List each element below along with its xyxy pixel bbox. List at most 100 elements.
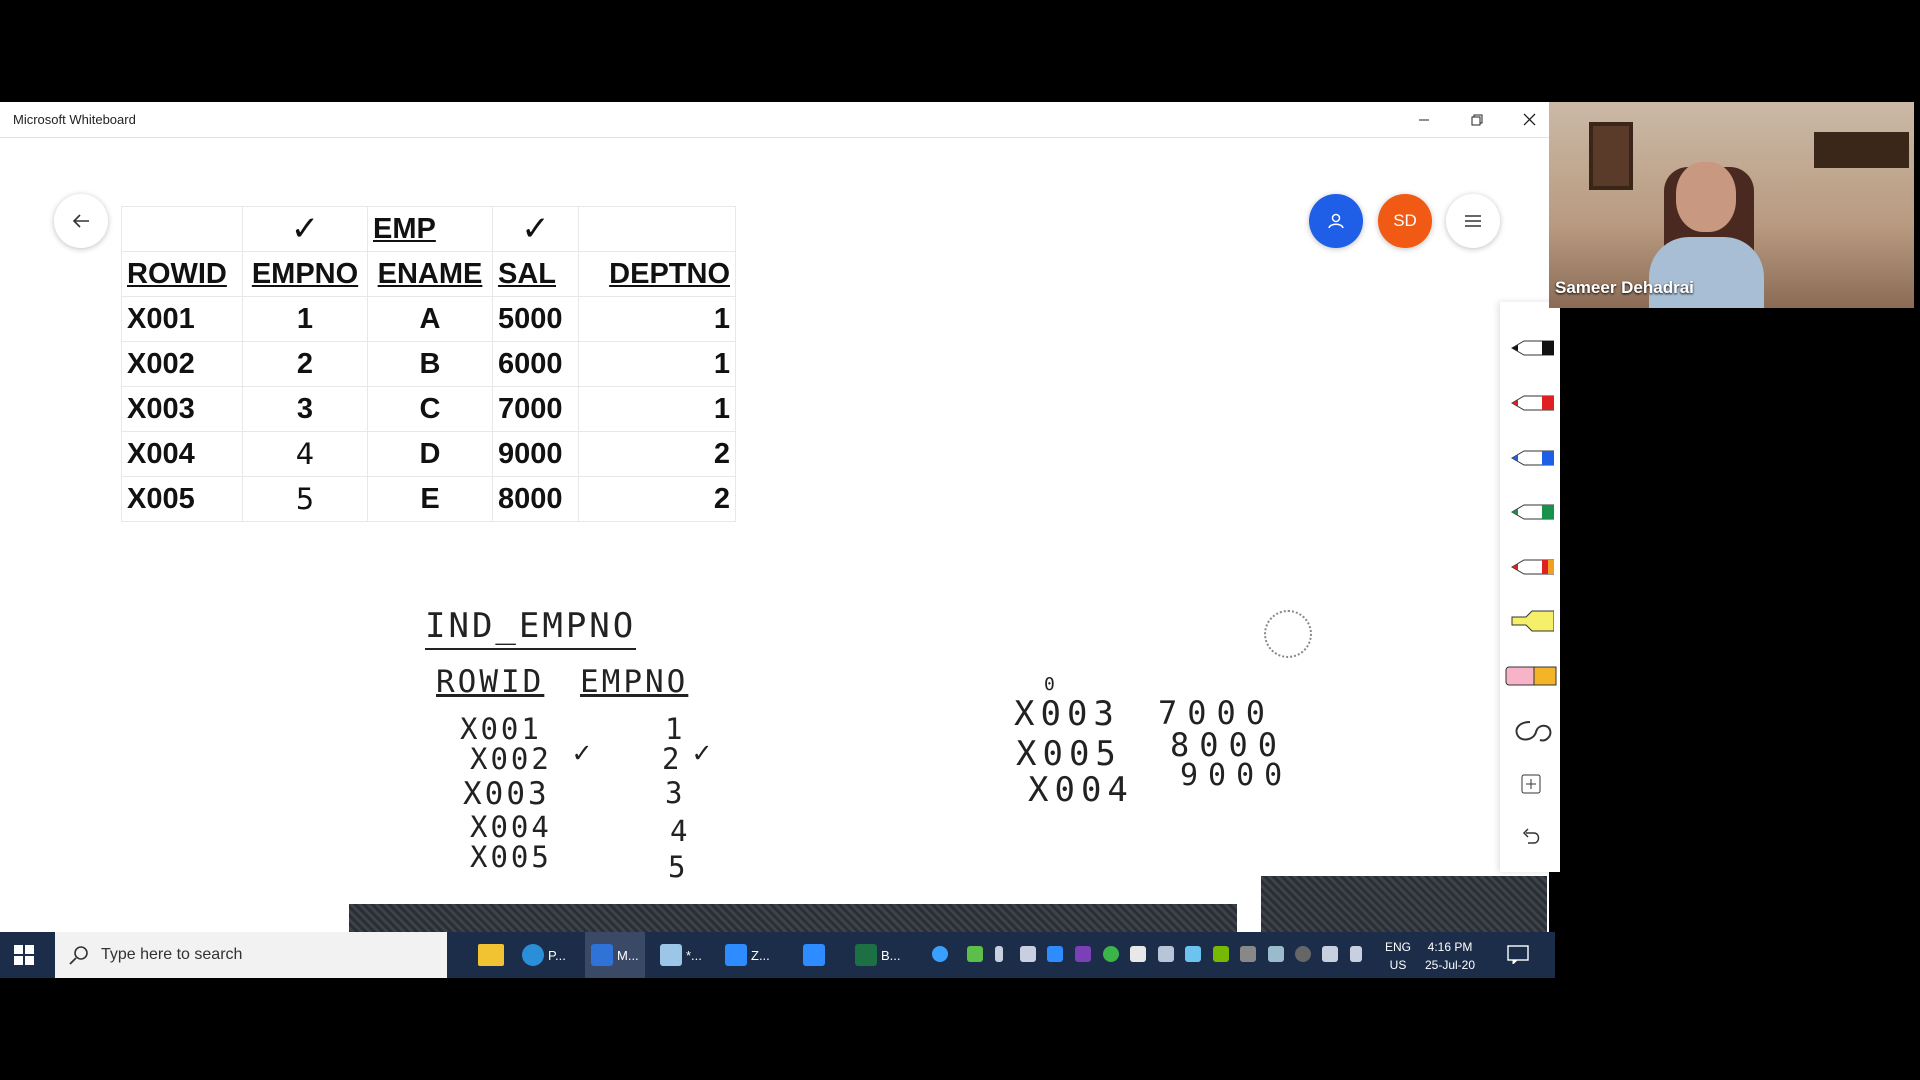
blue-pen-icon[interactable] [1510, 444, 1555, 472]
sync-icon[interactable] [1103, 946, 1119, 962]
wifi-icon[interactable] [1158, 946, 1174, 962]
device-icon[interactable] [1240, 946, 1256, 962]
taskbar-app-notepad[interactable]: *... [660, 932, 702, 978]
column-header: ROWID [121, 251, 243, 297]
whiteboard-canvas[interactable]: SD ✓ EMP ✓ ROWID EMPNO ENAME SAL DEPTNO … [0, 138, 1549, 932]
eraser-cursor [1264, 610, 1312, 658]
checkmark: ✓ [573, 735, 591, 769]
edge-icon [522, 944, 544, 966]
help-icon[interactable] [932, 946, 948, 962]
table-cell: E [367, 476, 493, 522]
taskbar-app-zoom[interactable]: Z... [725, 932, 770, 978]
sorted-rowid: X005 [1016, 734, 1122, 774]
green-pen-icon[interactable] [1510, 498, 1555, 526]
table-cell: 9000 [492, 431, 579, 477]
column-header: EMPNO [242, 251, 368, 297]
nvidia-icon[interactable] [1213, 946, 1229, 962]
ink-toolbar [1500, 302, 1560, 872]
table-cell: 6000 [492, 341, 579, 387]
taskbar-search-box[interactable]: Type here to search [55, 932, 447, 978]
table-row: X003 3 C 7000 1 [121, 386, 736, 432]
microphone-icon[interactable] [995, 946, 1003, 962]
index-rowid: X004 [470, 810, 552, 844]
title-bar[interactable]: Microsoft Whiteboard [0, 102, 1549, 138]
pen-tray-icon[interactable] [1350, 946, 1362, 962]
table-cell: 1 [242, 296, 368, 342]
shield-icon[interactable] [1130, 946, 1146, 962]
taskbar-app-label: *... [686, 947, 702, 963]
clock-date: 25-Jul-20 [1425, 958, 1476, 972]
column-header: ENAME [367, 251, 493, 297]
taskbar-app-label: Z... [751, 947, 770, 963]
index-rowid: X005 [470, 840, 552, 874]
table-cell: 4 [242, 431, 368, 477]
zoom-tray-icon[interactable] [1047, 946, 1063, 962]
index-header-empno: EMPNO [580, 664, 689, 700]
volume-icon[interactable] [1322, 946, 1338, 962]
notification-icon [1507, 945, 1529, 966]
file-explorer-icon[interactable] [478, 944, 504, 966]
index-rowid: X002 [470, 742, 552, 776]
highlighter-icon[interactable] [1510, 607, 1555, 635]
checkmark: ✓ [492, 206, 579, 252]
table-title: EMP [367, 206, 493, 252]
person-head [1676, 162, 1736, 232]
undo-icon[interactable] [1510, 824, 1554, 852]
taskbar-app-zoom-meeting[interactable] [803, 932, 829, 978]
user-avatar[interactable]: SD [1378, 194, 1432, 248]
table-cell: 5 [242, 476, 368, 522]
table-row: X004 4 D 9000 2 [121, 431, 736, 477]
restore-button[interactable] [1452, 102, 1502, 137]
taskbar-app-whiteboard[interactable]: M... [585, 932, 645, 978]
invite-button[interactable] [1309, 194, 1363, 248]
lasso-icon[interactable] [1510, 716, 1554, 744]
table-cell: X001 [121, 296, 243, 342]
table-row: X001 1 A 5000 1 [121, 296, 736, 342]
hatched-panel [1261, 876, 1547, 932]
back-button[interactable] [54, 194, 108, 248]
table-cell: C [367, 386, 493, 432]
table-cell: 2 [578, 476, 736, 522]
onenote-icon[interactable] [1075, 946, 1091, 962]
taskbar-app-edge[interactable]: P... [522, 932, 566, 978]
app-tray-icon[interactable] [1295, 946, 1311, 962]
index-rowid: X003 [463, 776, 550, 812]
table-cell: A [367, 296, 493, 342]
window-title: Microsoft Whiteboard [13, 112, 136, 127]
security-icon[interactable] [967, 946, 983, 962]
table-cell: X004 [121, 431, 243, 477]
red-pen-icon[interactable] [1510, 389, 1555, 417]
table-cell: 1 [578, 341, 736, 387]
black-pen-icon[interactable] [1510, 334, 1555, 362]
wall-picture [1589, 122, 1633, 190]
index-title: IND_EMPNO [425, 606, 637, 650]
menu-button[interactable] [1446, 194, 1500, 248]
windows-start-button[interactable] [14, 945, 34, 970]
table-cell: 2 [242, 341, 368, 387]
action-center-button[interactable] [1507, 944, 1529, 969]
checkmark: ✓ [693, 735, 711, 769]
taskbar-app-excel[interactable]: B... [855, 932, 901, 978]
table-cell: 1 [578, 386, 736, 432]
restore-icon [1471, 114, 1483, 125]
clock-time: 4:16 PM [1427, 940, 1473, 954]
eraser-icon[interactable] [1504, 662, 1558, 690]
snowflake-icon[interactable] [1185, 946, 1201, 962]
index-empno: 4 [670, 814, 688, 848]
index-empno: 5 [668, 850, 686, 884]
rainbow-pen-icon[interactable] [1510, 553, 1555, 581]
add-icon[interactable] [1510, 770, 1554, 798]
language-indicator[interactable]: ENG US [1385, 938, 1411, 974]
close-button[interactable] [1504, 102, 1554, 137]
close-icon [1523, 113, 1535, 126]
network-icon[interactable] [1268, 946, 1284, 962]
table-header-row: ROWID EMPNO ENAME SAL DEPTNO [121, 251, 736, 297]
zoom-icon [725, 944, 747, 966]
sorted-rowid: X004 [1028, 770, 1134, 810]
taskbar-clock[interactable]: 4:16 PM 25-Jul-20 [1425, 938, 1475, 974]
column-header: SAL [492, 251, 579, 297]
storage-icon[interactable] [1020, 946, 1036, 962]
windows-icon [14, 945, 34, 965]
ink-mark: 0 [1044, 674, 1055, 695]
minimize-button[interactable] [1399, 102, 1449, 137]
